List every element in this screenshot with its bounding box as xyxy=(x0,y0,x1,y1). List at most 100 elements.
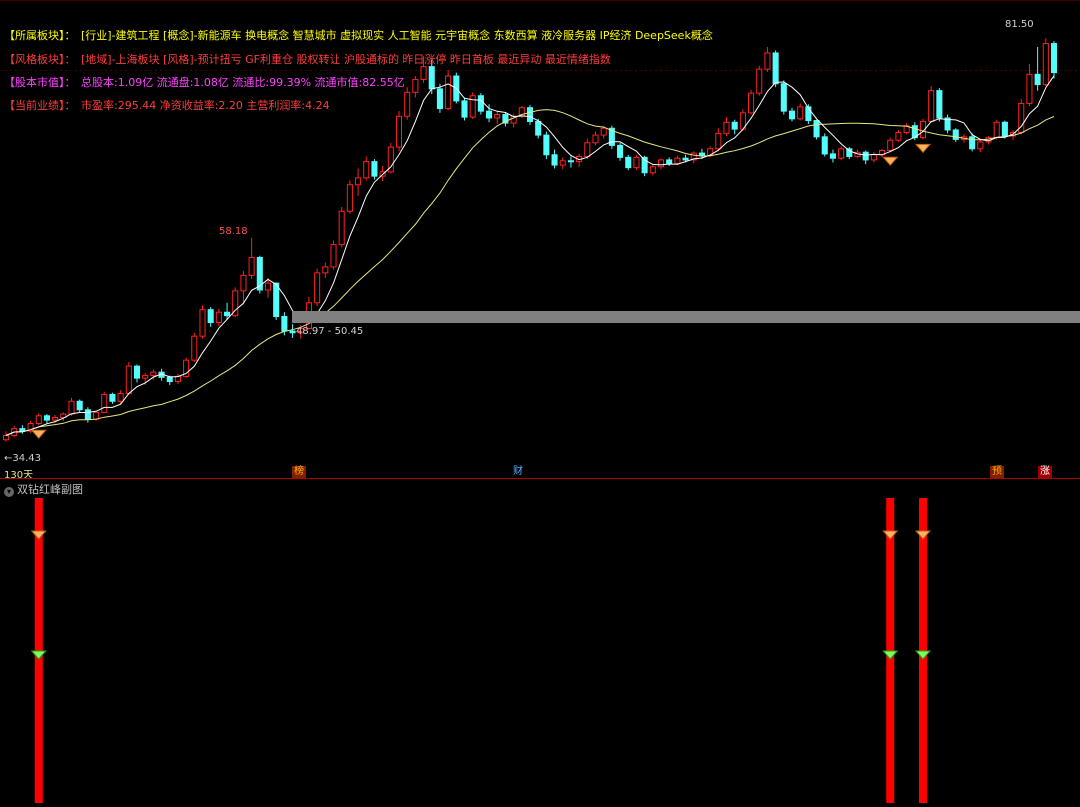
candle-body xyxy=(191,335,198,361)
candle-body xyxy=(674,157,681,164)
candle-body xyxy=(788,110,796,120)
candle-body xyxy=(756,68,763,94)
candle-body xyxy=(993,121,1000,139)
candle-body xyxy=(895,132,902,141)
candle-body xyxy=(969,136,976,150)
candle-body xyxy=(715,132,722,150)
top-diamond-icon xyxy=(914,530,932,540)
candle-body xyxy=(543,134,550,156)
candle-body xyxy=(43,415,50,421)
candlestick-chart xyxy=(0,0,1080,442)
candle-body xyxy=(748,92,755,114)
performance-info: 【当前业绩】： 市盈率:295.44 净资收益率:2.20 主营利润率:4.24 xyxy=(4,97,330,113)
candle-body xyxy=(142,375,149,379)
style-info: 【风格板块】： [地域]-上海板块 [风格]-预计扭亏 GF利重仓 股权转让 沪… xyxy=(4,51,611,67)
candle-body xyxy=(371,161,378,177)
indicator-panel[interactable] xyxy=(0,479,1080,803)
candle-body xyxy=(420,66,427,80)
price-range-band xyxy=(292,311,1080,323)
candle-body xyxy=(887,139,894,152)
candle-body xyxy=(1026,73,1033,104)
indicator-chart xyxy=(30,498,932,803)
candle-body xyxy=(952,129,959,140)
candle-body xyxy=(404,91,411,117)
candle-body xyxy=(199,309,206,337)
performance-tag: 【当前业绩】： xyxy=(4,99,76,112)
candle-body xyxy=(977,141,984,150)
candle-body xyxy=(780,83,787,112)
forecast-marker[interactable]: 预 xyxy=(990,466,1004,478)
candle-body xyxy=(461,100,468,118)
candle-body xyxy=(846,148,853,157)
signal-diamond-icon xyxy=(882,156,899,166)
candle-body xyxy=(264,282,272,291)
style-text: [地域]-上海板块 [风格]-预计扭亏 GF利重仓 股权转让 沪股通标的 昨日涨… xyxy=(81,53,611,66)
candle-body xyxy=(486,110,493,119)
candle-body xyxy=(281,316,288,332)
rise-marker[interactable]: 涨 xyxy=(1038,466,1052,478)
band-range-label: 48.97 - 50.45 xyxy=(296,326,364,337)
candle-body xyxy=(273,282,280,318)
candle-body xyxy=(133,365,141,379)
candle-body xyxy=(52,417,59,421)
price-chart-panel[interactable] xyxy=(0,0,1080,478)
signal-diamond-icon xyxy=(914,143,932,154)
candle-body xyxy=(412,78,419,93)
green-diamond-icon xyxy=(914,650,932,660)
candle-body xyxy=(355,177,362,186)
style-tag: 【风格板块】： xyxy=(4,53,76,66)
list-marker[interactable]: 榜 xyxy=(292,466,306,478)
top-diamond-icon xyxy=(30,530,47,540)
candle-body xyxy=(207,309,214,324)
candle-body xyxy=(829,153,836,159)
sector-text: [行业]-建筑工程 [概念]-新能源车 换电概念 智慧城市 虚拟现实 人工智能 … xyxy=(81,29,713,42)
capital-tag: 【股本市值】： xyxy=(4,76,76,89)
candle-body xyxy=(838,148,845,159)
candle-body xyxy=(870,154,877,161)
candle-body xyxy=(657,159,665,168)
candle-body xyxy=(813,120,820,138)
candle-body xyxy=(477,95,484,112)
candle-body xyxy=(174,375,181,383)
candle-body xyxy=(363,161,370,179)
candle-body xyxy=(600,127,607,136)
candle-body xyxy=(84,409,91,420)
candle-body xyxy=(330,244,337,268)
candle-body xyxy=(166,376,173,383)
candle-body xyxy=(666,159,673,164)
candle-body xyxy=(68,400,75,415)
candle-body xyxy=(551,154,558,166)
candle-body xyxy=(322,266,329,274)
finance-marker[interactable]: 财 xyxy=(511,466,525,478)
low-price-value: 34.43 xyxy=(12,453,42,464)
candle-body xyxy=(633,156,640,169)
candle-body xyxy=(772,52,779,85)
ma-short-line xyxy=(5,75,1055,436)
candle-body xyxy=(395,115,403,148)
candle-body xyxy=(35,415,42,424)
candle-body xyxy=(592,134,599,144)
signal-diamond-icon xyxy=(30,429,47,439)
candle-body xyxy=(584,142,591,157)
candle-body xyxy=(76,400,83,411)
candle-body xyxy=(338,210,345,246)
low-price-label: ←34.43 xyxy=(4,453,42,464)
candle-body xyxy=(436,88,443,110)
candle-body xyxy=(797,106,804,120)
candle-body xyxy=(936,90,943,119)
candle-body xyxy=(649,166,656,174)
candle-body xyxy=(862,151,869,161)
performance-text: 市盈率:295.44 净资收益率:2.20 主营利润率:4.24 xyxy=(81,99,330,112)
green-diamond-icon xyxy=(882,650,899,660)
candle-body xyxy=(215,311,222,324)
candle-body xyxy=(723,121,730,134)
candle-body xyxy=(821,136,828,155)
sector-tag: 【所属板块】： xyxy=(4,29,76,42)
candle-body xyxy=(1050,43,1058,74)
candle-body xyxy=(445,75,452,110)
candle-body xyxy=(150,371,157,377)
candle-body xyxy=(109,393,116,402)
candle-body xyxy=(117,393,124,402)
mid-high-label: 58.18 xyxy=(219,226,248,237)
candle-body xyxy=(125,365,132,395)
